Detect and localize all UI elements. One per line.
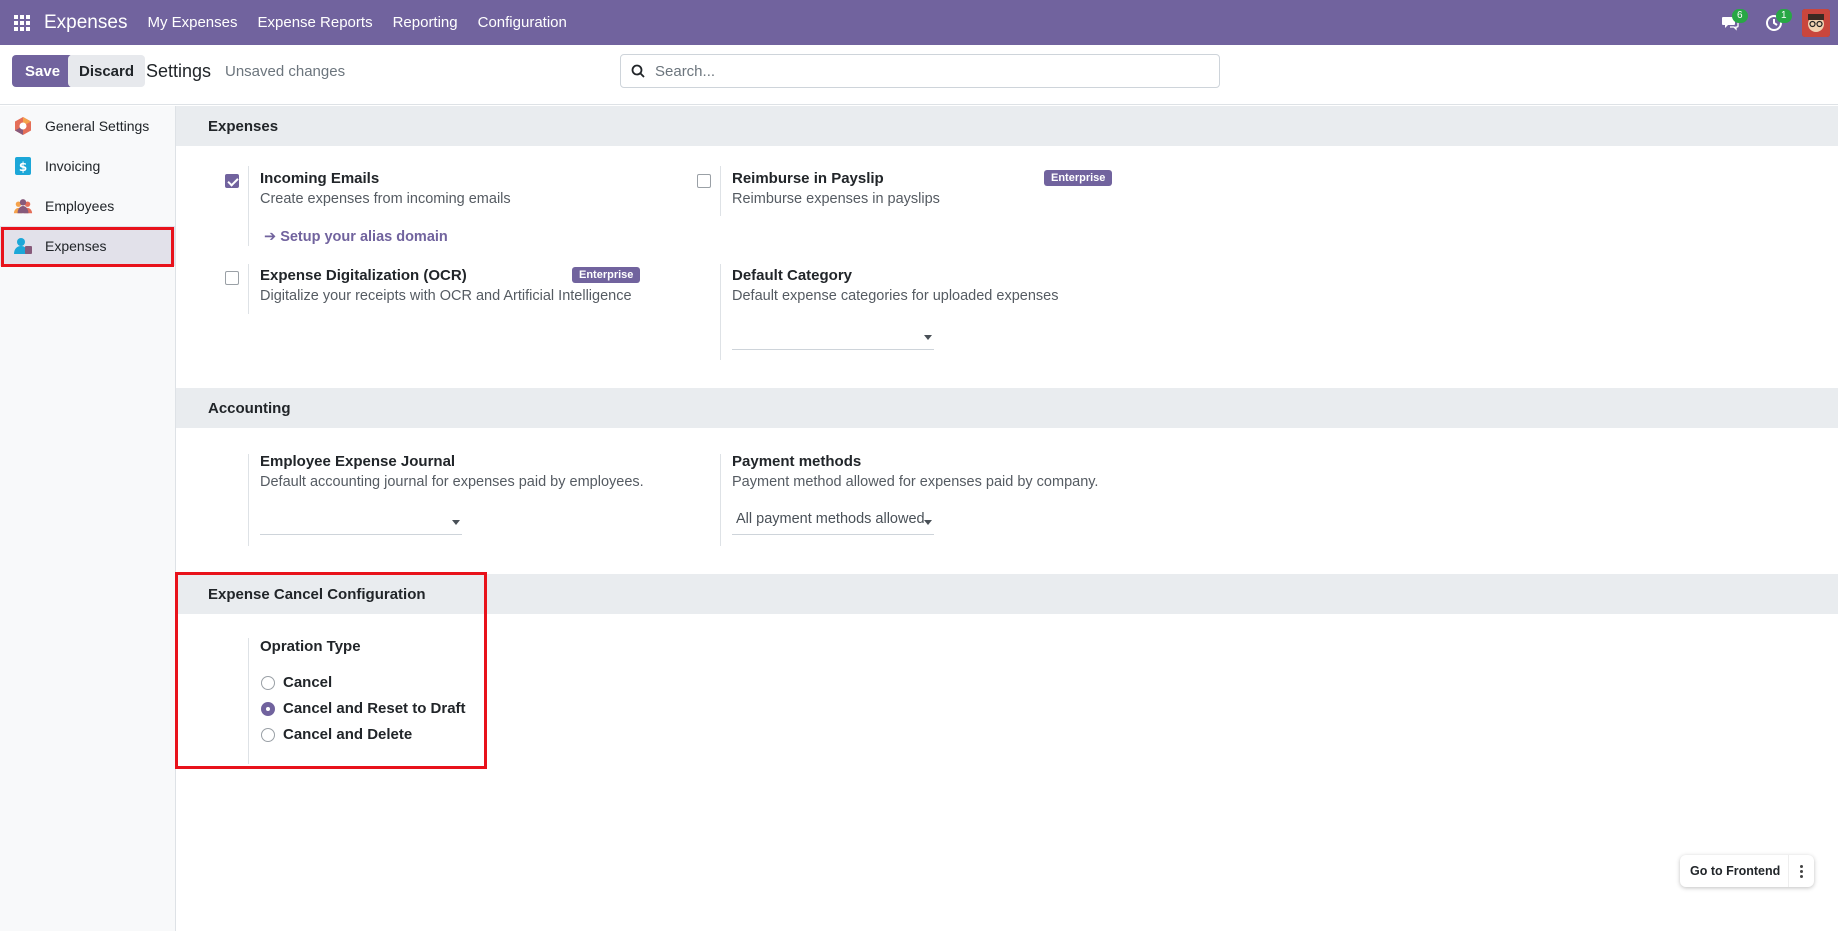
settings-main: Expenses Incoming Emails Create expenses… bbox=[176, 106, 1838, 931]
setting-title: Default Category bbox=[732, 267, 853, 284]
setting-title: Employee Expense Journal bbox=[260, 453, 456, 470]
chevron-down-icon bbox=[924, 520, 932, 525]
reimburse-payslip-checkbox[interactable] bbox=[697, 174, 711, 188]
control-panel: Save Discard Settings Unsaved changes bbox=[0, 45, 1838, 105]
divider bbox=[248, 454, 249, 546]
save-button[interactable]: Save bbox=[12, 55, 74, 87]
divider bbox=[720, 166, 721, 216]
search-box[interactable] bbox=[620, 54, 1220, 88]
incoming-emails-checkbox[interactable] bbox=[225, 174, 239, 188]
go-to-frontend-button[interactable]: Go to Frontend bbox=[1680, 855, 1815, 887]
setting-default-category: Default Category Default expense categor… bbox=[732, 267, 1058, 304]
setting-incoming-emails: Incoming Emails Create expenses from inc… bbox=[260, 170, 511, 207]
divider bbox=[720, 264, 721, 360]
sidebar-item-label: General Settings bbox=[45, 118, 150, 134]
sidebar-item-label: Employees bbox=[45, 198, 115, 214]
arrow-right-icon: ➔ bbox=[264, 229, 281, 245]
menu-configuration[interactable]: Configuration bbox=[478, 14, 567, 31]
menu-expense-reports[interactable]: Expense Reports bbox=[258, 14, 373, 31]
setting-expense-journal: Employee Expense Journal Default account… bbox=[260, 453, 644, 490]
enterprise-badge[interactable]: Enterprise bbox=[1044, 170, 1113, 186]
setting-title: Payment methods bbox=[732, 453, 862, 470]
app-brand[interactable]: Expenses bbox=[44, 12, 127, 34]
setting-desc: Reimburse expenses in payslips bbox=[732, 191, 940, 207]
divider bbox=[720, 454, 721, 546]
sidebar-highlight-box bbox=[1, 227, 174, 267]
menu-my-expenses[interactable]: My Expenses bbox=[147, 14, 237, 31]
divider bbox=[248, 166, 249, 246]
more-options-icon[interactable] bbox=[1788, 855, 1814, 887]
sidebar-item-employees[interactable]: Employees bbox=[0, 186, 175, 226]
payment-methods-select[interactable]: All payment methods allowed bbox=[732, 511, 934, 535]
setting-desc: Payment method allowed for expenses paid… bbox=[732, 474, 1099, 490]
employees-icon bbox=[13, 196, 33, 216]
messages-count-badge: 6 bbox=[1732, 9, 1748, 23]
top-navbar: Expenses My Expenses Expense Reports Rep… bbox=[0, 0, 1838, 45]
search-icon bbox=[631, 64, 645, 78]
user-avatar[interactable] bbox=[1802, 8, 1830, 37]
setting-title: Incoming Emails bbox=[260, 170, 380, 187]
divider bbox=[248, 264, 249, 314]
cancel-config-highlight-box bbox=[175, 572, 487, 769]
activities-count-badge: 1 bbox=[1776, 9, 1792, 23]
chevron-down-icon bbox=[452, 520, 460, 525]
activities-button[interactable]: 1 bbox=[1752, 0, 1796, 45]
setting-desc: Default expense categories for uploaded … bbox=[732, 288, 1059, 304]
menu-reporting[interactable]: Reporting bbox=[393, 14, 458, 31]
section-title-expenses: Expenses bbox=[176, 106, 1838, 146]
setup-alias-label: Setup your alias domain bbox=[280, 229, 448, 245]
enterprise-badge[interactable]: Enterprise bbox=[572, 267, 641, 283]
search-input[interactable] bbox=[655, 62, 1195, 80]
setting-desc: Default accounting journal for expenses … bbox=[260, 474, 644, 490]
svg-text:$: $ bbox=[19, 160, 27, 174]
sidebar-item-label: Invoicing bbox=[45, 158, 101, 174]
section-title-accounting: Accounting bbox=[176, 388, 1838, 428]
default-category-select[interactable] bbox=[732, 326, 934, 350]
odoo-logo-icon bbox=[13, 116, 33, 136]
apps-menu-icon[interactable] bbox=[0, 0, 44, 45]
sidebar-item-invoicing[interactable]: $ Invoicing bbox=[0, 146, 175, 186]
setting-desc: Digitalize your receipts with OCR and Ar… bbox=[260, 288, 632, 304]
invoicing-icon: $ bbox=[13, 156, 33, 176]
setting-reimburse-payslip: Reimburse in Payslip Reimburse expenses … bbox=[732, 170, 940, 207]
setting-title: Reimburse in Payslip bbox=[732, 170, 884, 187]
unsaved-status: Unsaved changes bbox=[225, 63, 346, 80]
setup-alias-link[interactable]: ➔ Setup your alias domain bbox=[264, 229, 448, 245]
discard-button[interactable]: Discard bbox=[68, 55, 146, 87]
expense-journal-select[interactable] bbox=[260, 511, 462, 535]
ocr-checkbox[interactable] bbox=[225, 271, 239, 285]
sidebar-item-general-settings[interactable]: General Settings bbox=[0, 106, 175, 146]
page-title: Settings bbox=[146, 61, 212, 81]
chevron-down-icon bbox=[924, 335, 932, 340]
select-value: All payment methods allowed bbox=[736, 511, 925, 527]
setting-payment-methods: Payment methods Payment method allowed f… bbox=[732, 453, 1098, 490]
messages-button[interactable]: 6 bbox=[1708, 0, 1752, 45]
go-to-frontend-label: Go to Frontend bbox=[1690, 864, 1781, 878]
setting-desc: Create expenses from incoming emails bbox=[260, 191, 511, 207]
